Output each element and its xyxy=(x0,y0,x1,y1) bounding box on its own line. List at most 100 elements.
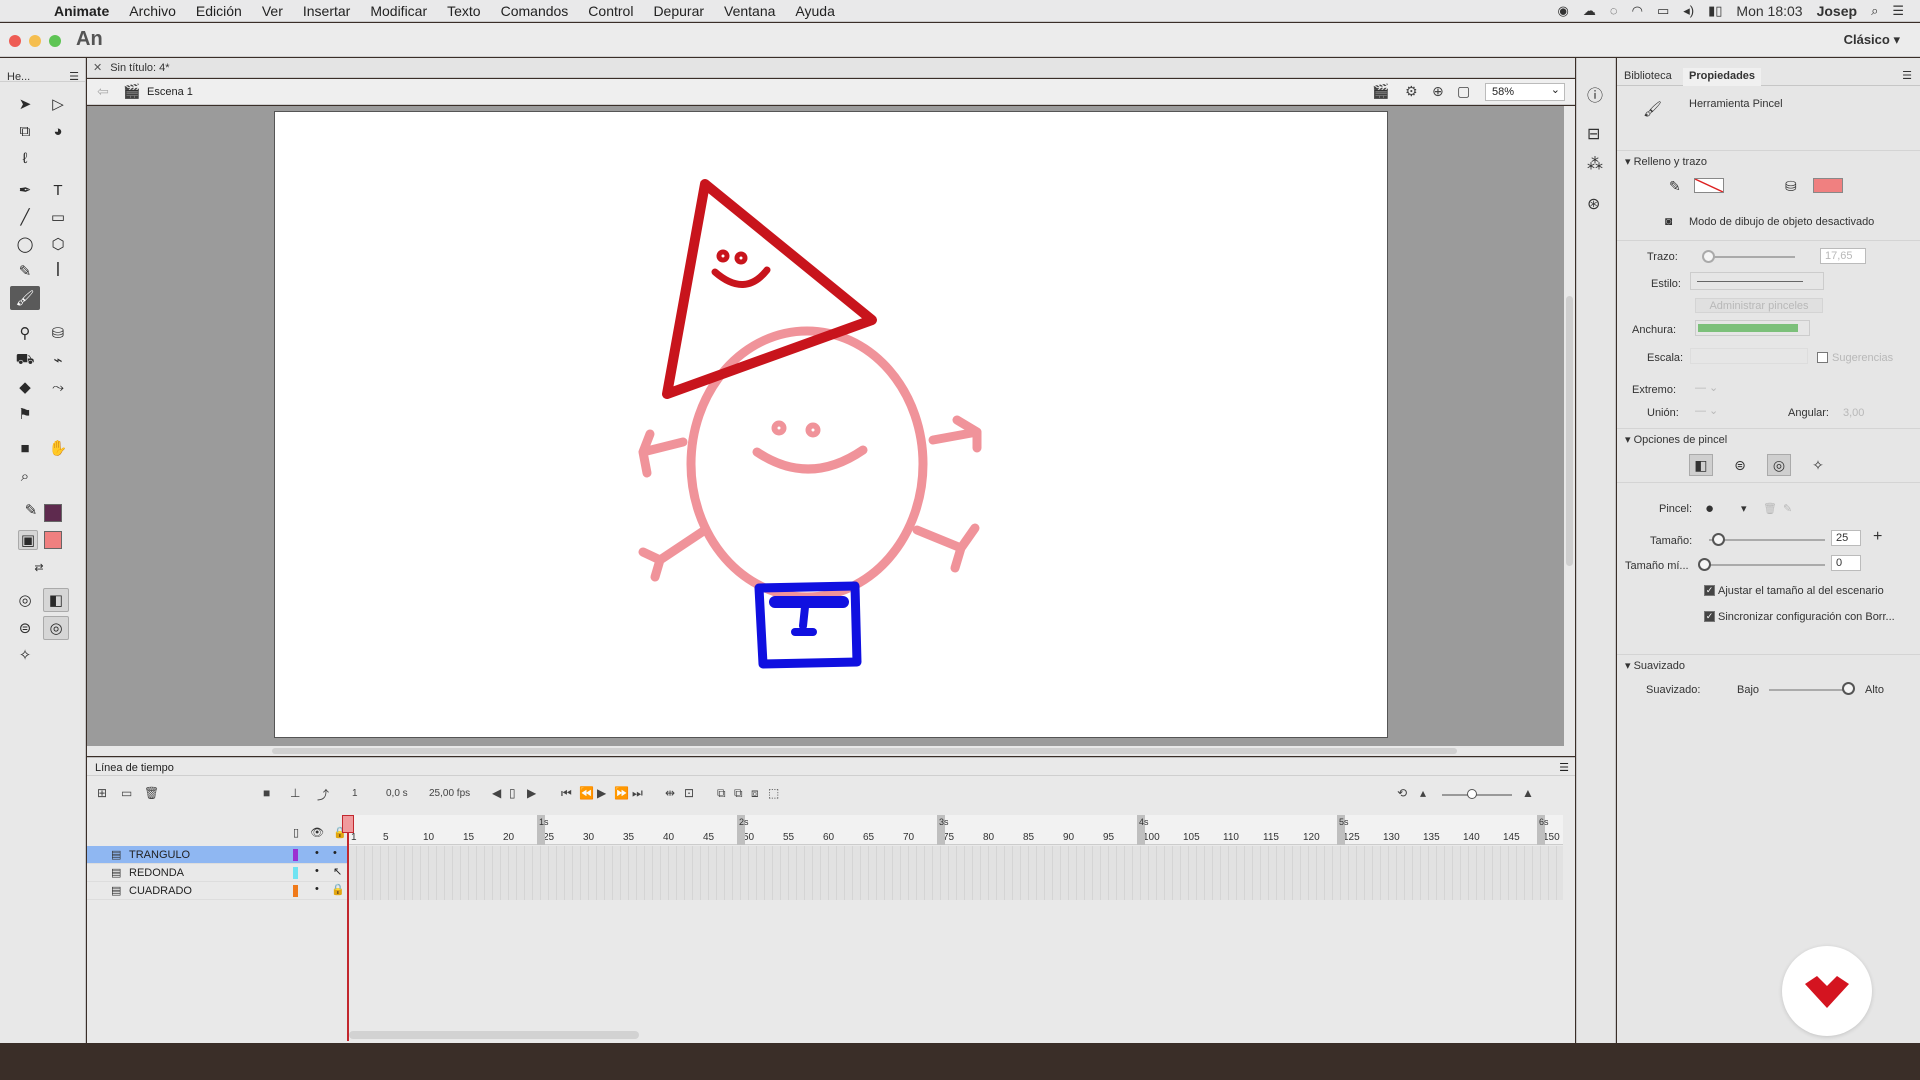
onion-skin-icon[interactable]: ⊡ xyxy=(684,786,694,800)
step-forward-icon[interactable]: ⏩ xyxy=(614,786,629,800)
panel-menu-icon[interactable]: ☰ xyxy=(69,70,79,83)
loop-icon[interactable]: ⇹ xyxy=(665,786,675,800)
layer-depth-icon[interactable]: ⊥ xyxy=(290,786,300,800)
menu-modificar[interactable]: Modificar xyxy=(360,3,437,19)
brush-options-section[interactable]: ▾ Opciones de pincel xyxy=(1617,428,1920,448)
text-tool-icon[interactable]: T xyxy=(45,178,71,202)
window-zoom-button[interactable] xyxy=(49,35,61,47)
layer-row-square[interactable]: ▤ CUADRADO • 🔒 xyxy=(87,882,349,900)
fill-color-swatch[interactable] xyxy=(44,531,62,549)
menu-ver[interactable]: Ver xyxy=(252,3,293,19)
modify-markers-icon[interactable]: ⬚ xyxy=(768,786,779,800)
menu-archivo[interactable]: Archivo xyxy=(119,3,186,19)
lock-icon[interactable]: 🔒 xyxy=(331,883,345,896)
tab-properties[interactable]: Propiedades xyxy=(1683,68,1762,86)
pressure-icon[interactable]: ◎ xyxy=(43,616,69,640)
tamano-min-slider-knob[interactable] xyxy=(1698,558,1711,571)
escala-select[interactable] xyxy=(1690,348,1808,364)
zoom-in-frames-icon[interactable]: ▲ xyxy=(1522,786,1534,800)
scroll-thumb[interactable] xyxy=(272,748,1457,754)
smoothing-section[interactable]: ▾ Suavizado xyxy=(1617,654,1920,674)
scene-name[interactable]: Escena 1 xyxy=(147,86,193,98)
panel-menu-icon[interactable]: ☰ xyxy=(1902,69,1912,82)
layer-name[interactable]: TRANGULO xyxy=(129,849,190,861)
keyframe-icon[interactable]: ▯ xyxy=(509,786,516,800)
graph-icon[interactable]: ⤴ xyxy=(317,786,329,803)
stroke-color-swatch[interactable] xyxy=(44,504,62,522)
close-icon[interactable]: ✕ xyxy=(93,62,102,74)
spotlight-search-icon[interactable]: ⌕ xyxy=(1871,3,1878,19)
layer-name[interactable]: REDONDA xyxy=(129,867,184,879)
paint-brush-tool-icon[interactable]: ꟾ xyxy=(45,259,71,283)
back-arrow-icon[interactable]: ⇦ xyxy=(97,83,109,100)
hand-tool-icon[interactable]: ✋ xyxy=(45,436,71,460)
object-drawing-icon[interactable]: ◎ xyxy=(12,588,38,612)
fill-color-chip[interactable] xyxy=(1813,178,1843,193)
round-character[interactable] xyxy=(638,326,982,602)
menu-ventana[interactable]: Ventana xyxy=(714,3,785,19)
paint-bucket-tool-icon[interactable]: ⛁ xyxy=(45,321,71,345)
oval-tool-icon[interactable]: ◯ xyxy=(12,232,38,256)
menu-depurar[interactable]: Depurar xyxy=(643,3,714,19)
camera-tool-icon[interactable]: ■ xyxy=(12,436,38,460)
cc-libraries-icon[interactable]: ⊛ xyxy=(1587,194,1600,214)
trazo-value[interactable]: 17,65 xyxy=(1820,248,1866,264)
window-close-button[interactable] xyxy=(9,35,21,47)
airplay-icon[interactable]: ▭ xyxy=(1657,3,1669,19)
menu-texto[interactable]: Texto xyxy=(437,3,490,19)
estilo-select[interactable] xyxy=(1690,272,1824,290)
extremo-select[interactable]: — ⌄ xyxy=(1695,381,1718,394)
magic-wand-icon[interactable]: ✧ xyxy=(12,643,38,667)
sync-icon[interactable]: ◌ xyxy=(1610,3,1618,18)
playhead-handle[interactable] xyxy=(342,815,354,833)
stage-vertical-scrollbar[interactable] xyxy=(1564,106,1575,746)
pencil-tool-icon[interactable]: ✎ xyxy=(12,259,38,283)
free-transform-tool-icon[interactable]: ⧉ xyxy=(12,119,38,143)
brush-mode-icon[interactable]: ⊜ xyxy=(12,616,38,640)
width-tool-icon[interactable]: ⤳ xyxy=(45,375,71,399)
delete-layer-icon[interactable]: 🗑 xyxy=(144,786,159,800)
ink-bottle-tool-icon[interactable]: ⛟ xyxy=(12,348,38,372)
layer-color[interactable] xyxy=(293,867,298,879)
edit-scene-icon[interactable]: 🎬 xyxy=(1372,83,1389,100)
layer-color[interactable] xyxy=(293,849,298,861)
union-select[interactable]: — ⌄ xyxy=(1695,404,1718,417)
rectangle-tool-icon[interactable]: ▭ xyxy=(45,205,71,229)
clock[interactable]: Mon 18:03 xyxy=(1736,3,1802,19)
lock-fill-icon[interactable]: ◧ xyxy=(43,588,69,612)
bone-tool-icon[interactable]: ⚲ xyxy=(12,321,38,345)
timeline-ruler[interactable]: 1 5 10 15 20 25 30 35 40 45 50 55 60 65 70 75 80 85 90 95 10… xyxy=(349,815,1563,845)
sync-eraser-checkbox[interactable]: ✓ xyxy=(1704,611,1715,622)
lock-dot[interactable]: • xyxy=(333,847,337,859)
current-time[interactable]: 0,0 s xyxy=(386,788,408,799)
tamano-slider-knob[interactable] xyxy=(1712,533,1725,546)
delete-brush-icon[interactable]: 🗑 xyxy=(1763,502,1777,515)
lasso-tool-icon[interactable]: ℓ xyxy=(12,146,38,170)
menu-app[interactable]: Animate xyxy=(44,3,119,19)
goto-first-icon[interactable]: ⏮ xyxy=(561,786,572,801)
menu-control[interactable]: Control xyxy=(578,3,643,19)
edit-multiple-icon[interactable]: ⧉ xyxy=(734,786,743,801)
frame-rate[interactable]: 25,00 fps xyxy=(429,788,470,799)
brush-shape-circle-icon[interactable]: ● xyxy=(1705,500,1714,517)
fill-stroke-section[interactable]: ▾ Relleno y trazo xyxy=(1617,150,1920,170)
tamano-min-value[interactable]: 0 xyxy=(1831,555,1861,571)
onion-outline-icon[interactable]: ⧉ xyxy=(717,786,726,801)
menu-insertar[interactable]: Insertar xyxy=(293,3,360,19)
frame-grid[interactable] xyxy=(349,846,1563,900)
add-size-icon[interactable]: + xyxy=(1873,528,1882,546)
battery-icon[interactable]: ▮▯ xyxy=(1708,3,1722,19)
creative-cloud-icon[interactable]: ☁ xyxy=(1583,3,1596,19)
outline-column-icon[interactable]: ▯ xyxy=(293,827,299,839)
layer-row-triangle[interactable]: ▤ TRANGULO • • xyxy=(87,846,349,864)
center-stage-icon[interactable]: ⊕ xyxy=(1432,83,1444,100)
pen-tool-icon[interactable]: ✒ xyxy=(12,178,38,202)
play-icon[interactable]: ▶ xyxy=(597,786,606,800)
info-icon[interactable]: ⓘ xyxy=(1587,82,1603,106)
align-icon[interactable]: ⊟ xyxy=(1587,124,1600,144)
angular-value[interactable]: 3,00 xyxy=(1843,407,1864,419)
layer-color[interactable] xyxy=(293,885,298,897)
triangle-hat[interactable] xyxy=(662,179,877,399)
goto-last-icon[interactable]: ⏭ xyxy=(632,786,643,801)
trazo-slider[interactable] xyxy=(1705,256,1795,258)
